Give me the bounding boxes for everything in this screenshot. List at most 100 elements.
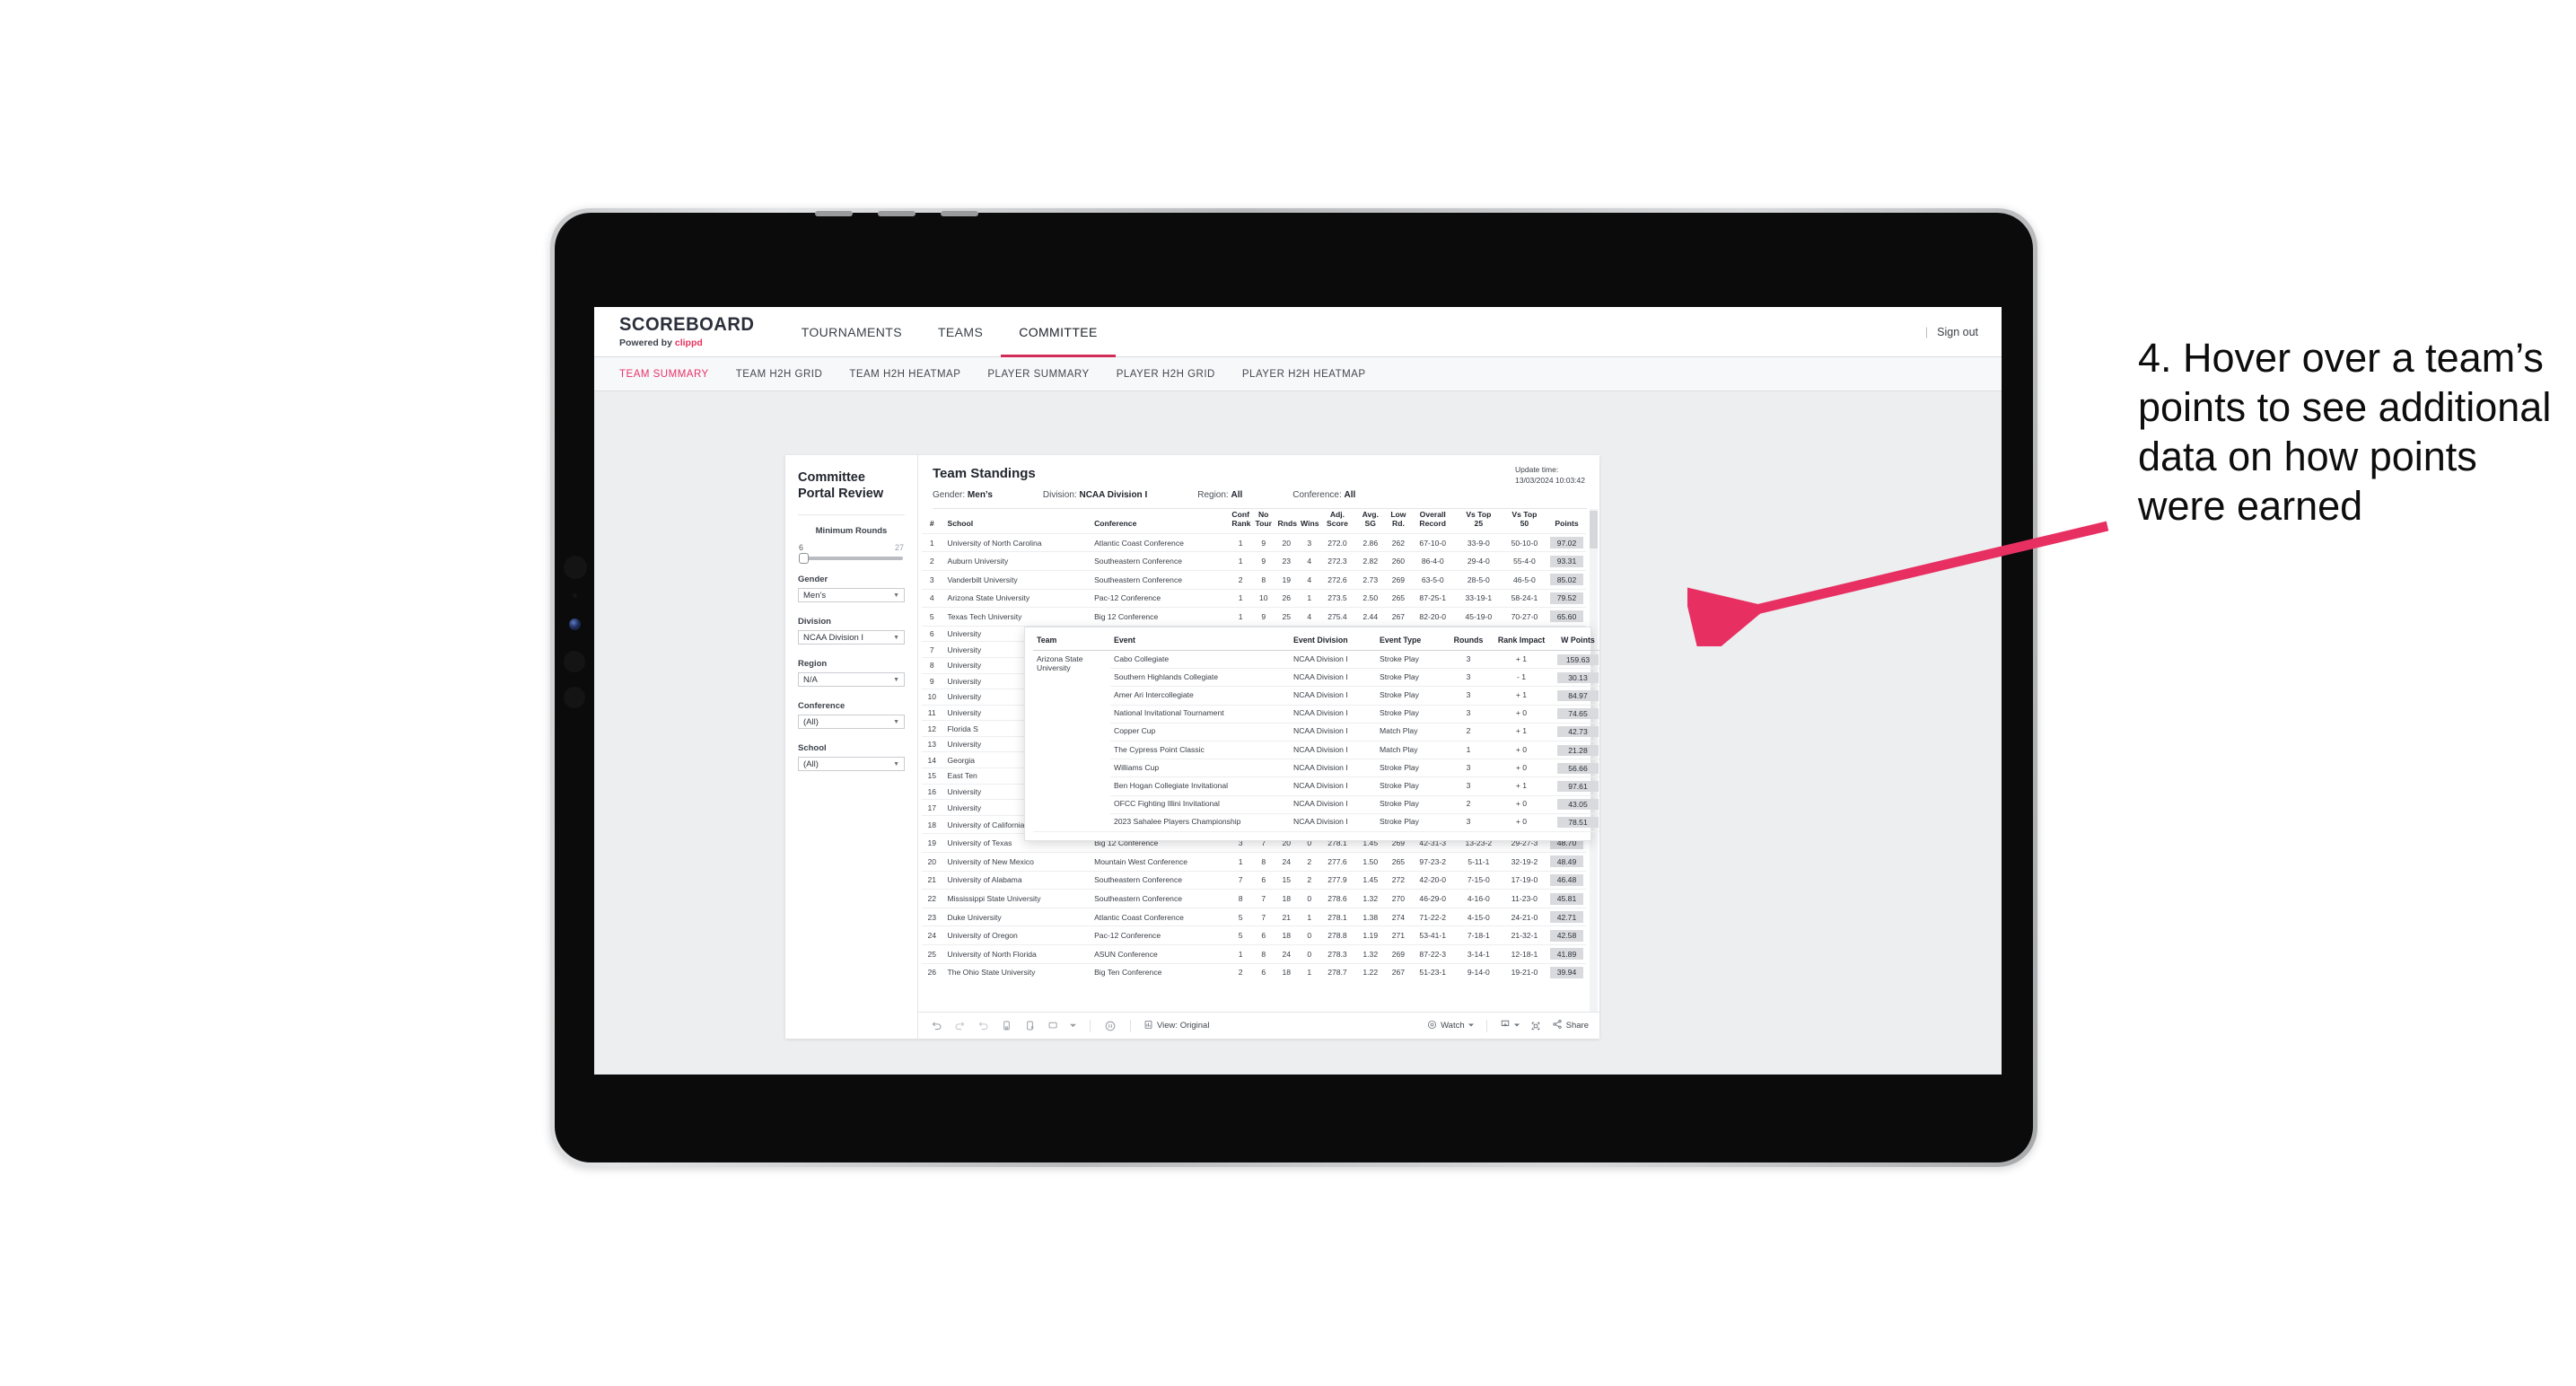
col-avg-sg[interactable]: Avg. SG (1354, 509, 1387, 533)
school-select[interactable]: (All) ▼ (798, 757, 905, 772)
col-rank[interactable]: # (922, 509, 942, 533)
brand-logo[interactable]: SCOREBOARD Powered by clippd (594, 307, 784, 356)
chevron-down-icon: ▼ (893, 592, 899, 599)
table-row[interactable]: 21 University of Alabama Southeastern Conf… (922, 870, 1586, 890)
cell-points[interactable]: 97.02 (1546, 532, 1586, 552)
cell-conference: Southeastern Conference (1091, 889, 1230, 908)
cell-points[interactable]: 42.58 (1546, 925, 1586, 945)
sensor-dot-icon (573, 593, 577, 598)
cell-rank: 4 (922, 588, 942, 608)
sub-tab-player-h2h-heatmap[interactable]: PLAYER H2H HEATMAP (1242, 369, 1366, 380)
cell-points[interactable]: 39.94 (1546, 962, 1586, 982)
toolbar-divider-3 (1485, 1019, 1487, 1032)
cell-rank: 15 (922, 768, 942, 785)
cell-rank: 26 (922, 962, 942, 982)
update-time-value: 13/03/2024 10:03:42 (1515, 475, 1585, 485)
cell-low_rd: 262 (1387, 532, 1410, 552)
cell-rnds: 20 (1275, 532, 1299, 552)
slider-thumb[interactable] (799, 553, 809, 565)
table-scrollbar-thumb[interactable] (1590, 511, 1598, 548)
pause-auto-update-icon[interactable] (1022, 1019, 1037, 1033)
cell-points[interactable]: 46.48 (1546, 870, 1586, 890)
tooltip-cell-event: National Invitational Tournament (1110, 705, 1290, 724)
table-row[interactable]: 26 The Ohio State University Big Ten Confe… (922, 962, 1586, 982)
cell-points[interactable]: 79.52 (1546, 588, 1586, 608)
table-row[interactable]: 3 Vanderbilt University Southeastern Confe… (922, 569, 1586, 590)
cell-overall_record: 82-20-0 (1409, 607, 1456, 627)
division-select[interactable]: NCAA Division I ▼ (798, 630, 905, 645)
gender-select[interactable]: Men’s ▼ (798, 588, 905, 603)
cell-points[interactable]: 65.60 (1546, 607, 1586, 627)
col-school[interactable]: School (942, 509, 1091, 533)
sub-tab-player-summary[interactable]: PLAYER SUMMARY (987, 369, 1089, 380)
cell-points[interactable]: 85.02 (1546, 569, 1586, 590)
tooltip-cell-rounds: 1 (1448, 741, 1489, 760)
fullscreen-icon[interactable] (1529, 1019, 1543, 1033)
cell-school: Vanderbilt University (942, 569, 1092, 590)
col-conference[interactable]: Conference (1091, 509, 1229, 533)
cell-rnds: 26 (1275, 588, 1299, 608)
sub-tab-team-summary[interactable]: TEAM SUMMARY (619, 369, 709, 380)
col-wins[interactable]: Wins (1298, 509, 1321, 533)
nav-tab-committee[interactable]: COMMITTEE (1001, 307, 1116, 357)
pause-updates-icon[interactable] (1103, 1019, 1117, 1033)
col-points[interactable]: Points (1547, 509, 1586, 533)
cell-points[interactable]: 93.31 (1546, 551, 1586, 571)
table-row[interactable]: 20 University of New Mexico Mountain West … (922, 852, 1586, 872)
cell-points[interactable]: 41.89 (1546, 944, 1586, 964)
cell-conference: ASUN Conference (1091, 944, 1230, 964)
table-row[interactable]: 22 Mississippi State University Southeaste… (922, 889, 1586, 908)
table-row[interactable]: 23 Duke University Atlantic Coast Conferen… (922, 907, 1586, 926)
col-rnds[interactable]: Rnds (1275, 509, 1298, 533)
table-row[interactable]: 4 Arizona State University Pac-12 Conferen… (922, 588, 1586, 608)
cell-school: Mississippi State University (942, 889, 1092, 908)
undo-icon[interactable] (929, 1019, 943, 1033)
chevron-down-icon[interactable] (1069, 1019, 1077, 1033)
filter-region: Region N/A ▼ (798, 659, 905, 688)
table-row[interactable]: 24 University of Oregon Pac-12 Conference 5… (922, 925, 1586, 945)
table-row[interactable]: 25 University of North Florida ASUN Confer… (922, 944, 1586, 964)
col-vs-top-50[interactable]: Vs Top 50 (1502, 509, 1547, 533)
sign-out-link[interactable]: Sign out (1937, 326, 1978, 338)
download-button[interactable] (1500, 1019, 1520, 1032)
nav-tab-tournaments[interactable]: TOURNAMENTS (784, 307, 920, 356)
region-select[interactable]: N/A ▼ (798, 672, 905, 688)
tooltip-col-rounds: Rounds (1448, 634, 1489, 651)
revert-icon[interactable] (976, 1019, 990, 1033)
speaker-grille-left (815, 211, 853, 216)
cell-adj_score: 278.8 (1320, 925, 1354, 945)
col-vs-top-25[interactable]: Vs Top 25 (1456, 509, 1502, 533)
speaker-grille-mid (878, 211, 916, 216)
col-low-rd[interactable]: Low Rd. (1387, 509, 1410, 533)
cell-wins: 0 (1298, 925, 1321, 945)
col-no-tour[interactable]: No Tour (1252, 509, 1275, 533)
speaker-grille-right (941, 211, 978, 216)
cell-rank: 2 (922, 551, 942, 571)
sub-tab-team-h2h-heatmap[interactable]: TEAM H2H HEATMAP (849, 369, 960, 380)
cell-points[interactable]: 42.71 (1546, 907, 1586, 926)
cell-conf_rank: 1 (1229, 944, 1252, 964)
minimum-rounds-slider[interactable] (799, 553, 903, 565)
view-original-label: View: Original (1157, 1021, 1210, 1031)
share-button[interactable]: Share (1552, 1019, 1589, 1032)
device-layout-icon[interactable] (1046, 1019, 1060, 1033)
nav-tab-teams[interactable]: TEAMS (920, 307, 1001, 356)
view-original-button[interactable]: View: Original (1143, 1020, 1209, 1032)
sub-tab-player-h2h-grid[interactable]: PLAYER H2H GRID (1117, 369, 1215, 380)
sub-tab-team-h2h-grid[interactable]: TEAM H2H GRID (736, 369, 823, 380)
table-row[interactable]: 2 Auburn University Southeastern Conferenc… (922, 551, 1586, 571)
cell-vs_top_50: 12-18-1 (1501, 944, 1547, 964)
watch-button[interactable]: Watch (1427, 1020, 1474, 1032)
col-adj-score[interactable]: Adj. Score (1321, 509, 1354, 533)
cell-points[interactable]: 45.81 (1546, 889, 1586, 908)
redo-icon[interactable] (952, 1019, 967, 1033)
conference-select[interactable]: (All) ▼ (798, 715, 905, 730)
cell-low_rd: 274 (1387, 907, 1410, 926)
cell-points[interactable]: 48.49 (1546, 852, 1586, 872)
refresh-data-icon[interactable] (999, 1019, 1013, 1033)
table-row[interactable]: 5 Texas Tech University Big 12 Conference 1… (922, 607, 1586, 627)
col-conf-rank[interactable]: Conf Rank (1229, 509, 1252, 533)
table-row[interactable]: 1 University of North Carolina Atlantic Co… (922, 532, 1586, 552)
col-overall-record[interactable]: Overall Record (1410, 509, 1456, 533)
points-value: 79.52 (1549, 592, 1583, 604)
